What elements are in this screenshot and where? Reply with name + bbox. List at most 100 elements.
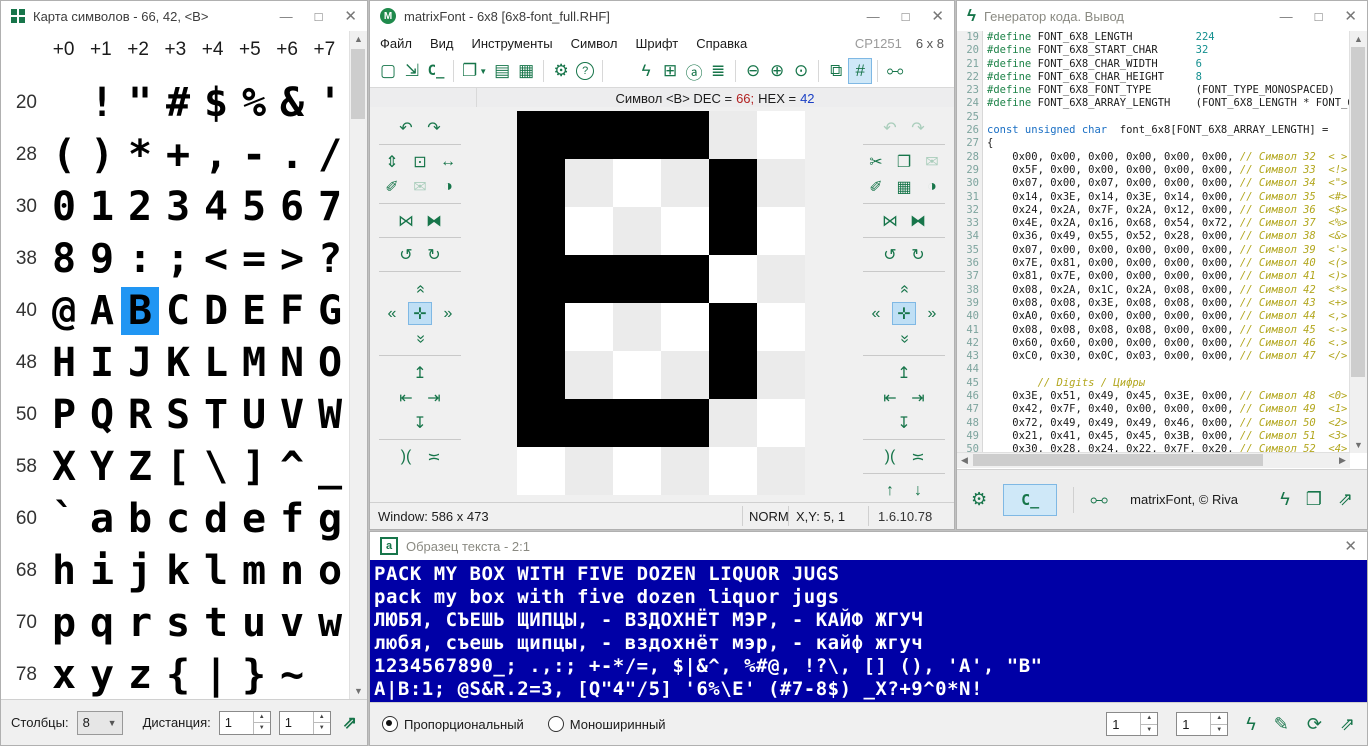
move-mode-icon[interactable]: ✛ (892, 302, 916, 325)
scroll-thumb[interactable] (1351, 47, 1365, 377)
charmap-cell[interactable]: y (83, 651, 121, 699)
stepper-down-icon[interactable]: ▼ (1141, 725, 1157, 736)
pixel-cell[interactable] (709, 303, 757, 351)
flip-vertical-icon[interactable]: ⧓ (422, 209, 446, 232)
charmap-cell[interactable]: c (159, 495, 197, 543)
brush-icon[interactable]: ✐ (864, 175, 888, 198)
charmap-cell[interactable]: k (159, 547, 197, 595)
pixel-cell[interactable] (757, 303, 805, 351)
pixel-cell[interactable] (709, 351, 757, 399)
shift-up-icon[interactable]: ↑ (878, 479, 902, 502)
redo-icon[interactable]: ↷ (422, 116, 446, 139)
charmap-cell[interactable]: R (121, 391, 159, 439)
pixel-cell[interactable] (613, 399, 661, 447)
redo-icon[interactable]: ↷ (906, 116, 930, 139)
flip-vertical-icon[interactable]: ⧓ (906, 209, 930, 232)
charmap-cell[interactable]: @ (45, 287, 83, 335)
charmap-scrollbar[interactable]: ▲ ▼ (349, 31, 367, 699)
charmap-cell[interactable]: ( (45, 131, 83, 179)
pixel-cell[interactable] (613, 207, 661, 255)
minimize-icon[interactable]: — (1280, 9, 1293, 24)
align-bottom-icon[interactable]: ↧ (408, 411, 432, 434)
pixel-cell[interactable] (613, 447, 661, 495)
menu-файл[interactable]: Файл (380, 36, 412, 51)
charmap-cell[interactable]: ) (83, 131, 121, 179)
pixel-cell[interactable] (565, 303, 613, 351)
scroll-down-icon[interactable]: ▼ (1350, 440, 1367, 450)
squeeze-horizontal-icon[interactable]: )( (878, 445, 902, 468)
stepper-buttons[interactable]: ▲▼ (253, 712, 270, 734)
charmap-cell[interactable]: . (273, 131, 311, 179)
pixel-cell[interactable] (661, 111, 709, 159)
charmap-cell[interactable]: U (235, 391, 273, 439)
charmap-cell[interactable]: ~ (273, 651, 311, 699)
code-generator-icon[interactable]: C_ (424, 58, 448, 84)
settings-gear-icon[interactable]: ⚙ (549, 58, 573, 84)
close-icon[interactable]: ✕ (344, 7, 357, 25)
export-icon[interactable]: ⇗ (343, 713, 357, 733)
pixel-cell[interactable] (709, 111, 757, 159)
pixel-cell[interactable] (709, 207, 757, 255)
pixel-cell[interactable] (661, 447, 709, 495)
nudge-down-icon[interactable]: » (892, 327, 916, 350)
charmap-cell[interactable]: S (159, 391, 197, 439)
nudge-up-icon[interactable]: » (892, 277, 916, 300)
charmap-cell[interactable]: * (121, 131, 159, 179)
charmap-cell[interactable]: $ (197, 79, 235, 127)
charmap-cell[interactable]: { (159, 651, 197, 699)
align-left-icon[interactable]: ⇤ (394, 386, 418, 409)
charmap-cell[interactable]: V (273, 391, 311, 439)
c-language-button[interactable]: C_ (1003, 484, 1057, 516)
scroll-down-icon[interactable]: ▼ (350, 686, 367, 696)
charmap-cell[interactable]: d (197, 495, 235, 543)
pixel-cell[interactable] (565, 207, 613, 255)
charmap-cell[interactable]: 6 (273, 183, 311, 231)
align-bottom-icon[interactable]: ↧ (892, 411, 916, 434)
pixel-cell[interactable] (757, 159, 805, 207)
charmap-cell[interactable]: f (273, 495, 311, 543)
shift-down-icon[interactable]: ↓ (906, 479, 930, 502)
charmap-cell[interactable]: = (235, 235, 273, 283)
sample-spacing-x-stepper[interactable]: 1 ▲▼ (1106, 712, 1158, 736)
squeeze-horizontal-icon[interactable]: )( (394, 445, 418, 468)
rotate-cw-icon[interactable]: ↻ (422, 243, 446, 266)
charmap-cell[interactable]: h (45, 547, 83, 595)
generate-icon[interactable]: ϟ (1246, 714, 1256, 735)
pixel-cell[interactable] (661, 159, 709, 207)
nudge-right-icon[interactable]: » (436, 302, 460, 325)
charmap-cell[interactable]: N (273, 339, 311, 387)
charmap-cell[interactable]: u (235, 599, 273, 647)
flip-horizontal-icon[interactable]: ⋈ (394, 209, 418, 232)
paste-icon[interactable]: ✉ (408, 175, 432, 198)
pixel-cell[interactable] (757, 111, 805, 159)
charmap-cell[interactable]: 7 (311, 183, 349, 231)
pixel-cell[interactable] (661, 351, 709, 399)
charmap-cell[interactable]: / (311, 131, 349, 179)
charmap-cell[interactable]: } (235, 651, 273, 699)
charmap-cell[interactable]: K (159, 339, 197, 387)
charmap-cell[interactable]: ` (45, 495, 83, 543)
charmap-cell[interactable]: a (83, 495, 121, 543)
stepper-buttons[interactable]: ▲▼ (1210, 713, 1227, 735)
pixel-cell[interactable] (709, 447, 757, 495)
scroll-up-icon[interactable]: ▲ (1350, 34, 1367, 44)
maximize-icon[interactable]: □ (902, 9, 910, 24)
close-icon[interactable]: ✕ (1344, 7, 1357, 25)
glyph-canvas[interactable] (517, 111, 805, 495)
charmap-cell[interactable]: 1 (83, 183, 121, 231)
charmap-cell[interactable]: " (121, 79, 159, 127)
charmap-cell[interactable]: 2 (121, 183, 159, 231)
charmap-cell[interactable]: ; (159, 235, 197, 283)
save-as-icon[interactable]: ▦ (514, 58, 538, 84)
undo-icon[interactable]: ↶ (394, 116, 418, 139)
sample-spacing-y-stepper[interactable]: 1 ▲▼ (1176, 712, 1228, 736)
zoom-in-icon[interactable]: ⊕ (765, 58, 789, 84)
grid-toggle-icon[interactable]: # (848, 58, 872, 84)
stepper-down-icon[interactable]: ▼ (314, 723, 330, 734)
brush-icon[interactable]: ✐ (380, 175, 404, 198)
charmap-cell[interactable]: P (45, 391, 83, 439)
charmap-cell[interactable]: z (121, 651, 159, 699)
export-icon[interactable]: ⇗ (1338, 489, 1353, 510)
nudge-up-icon[interactable]: » (408, 277, 432, 300)
menu-справка[interactable]: Справка (696, 36, 747, 51)
